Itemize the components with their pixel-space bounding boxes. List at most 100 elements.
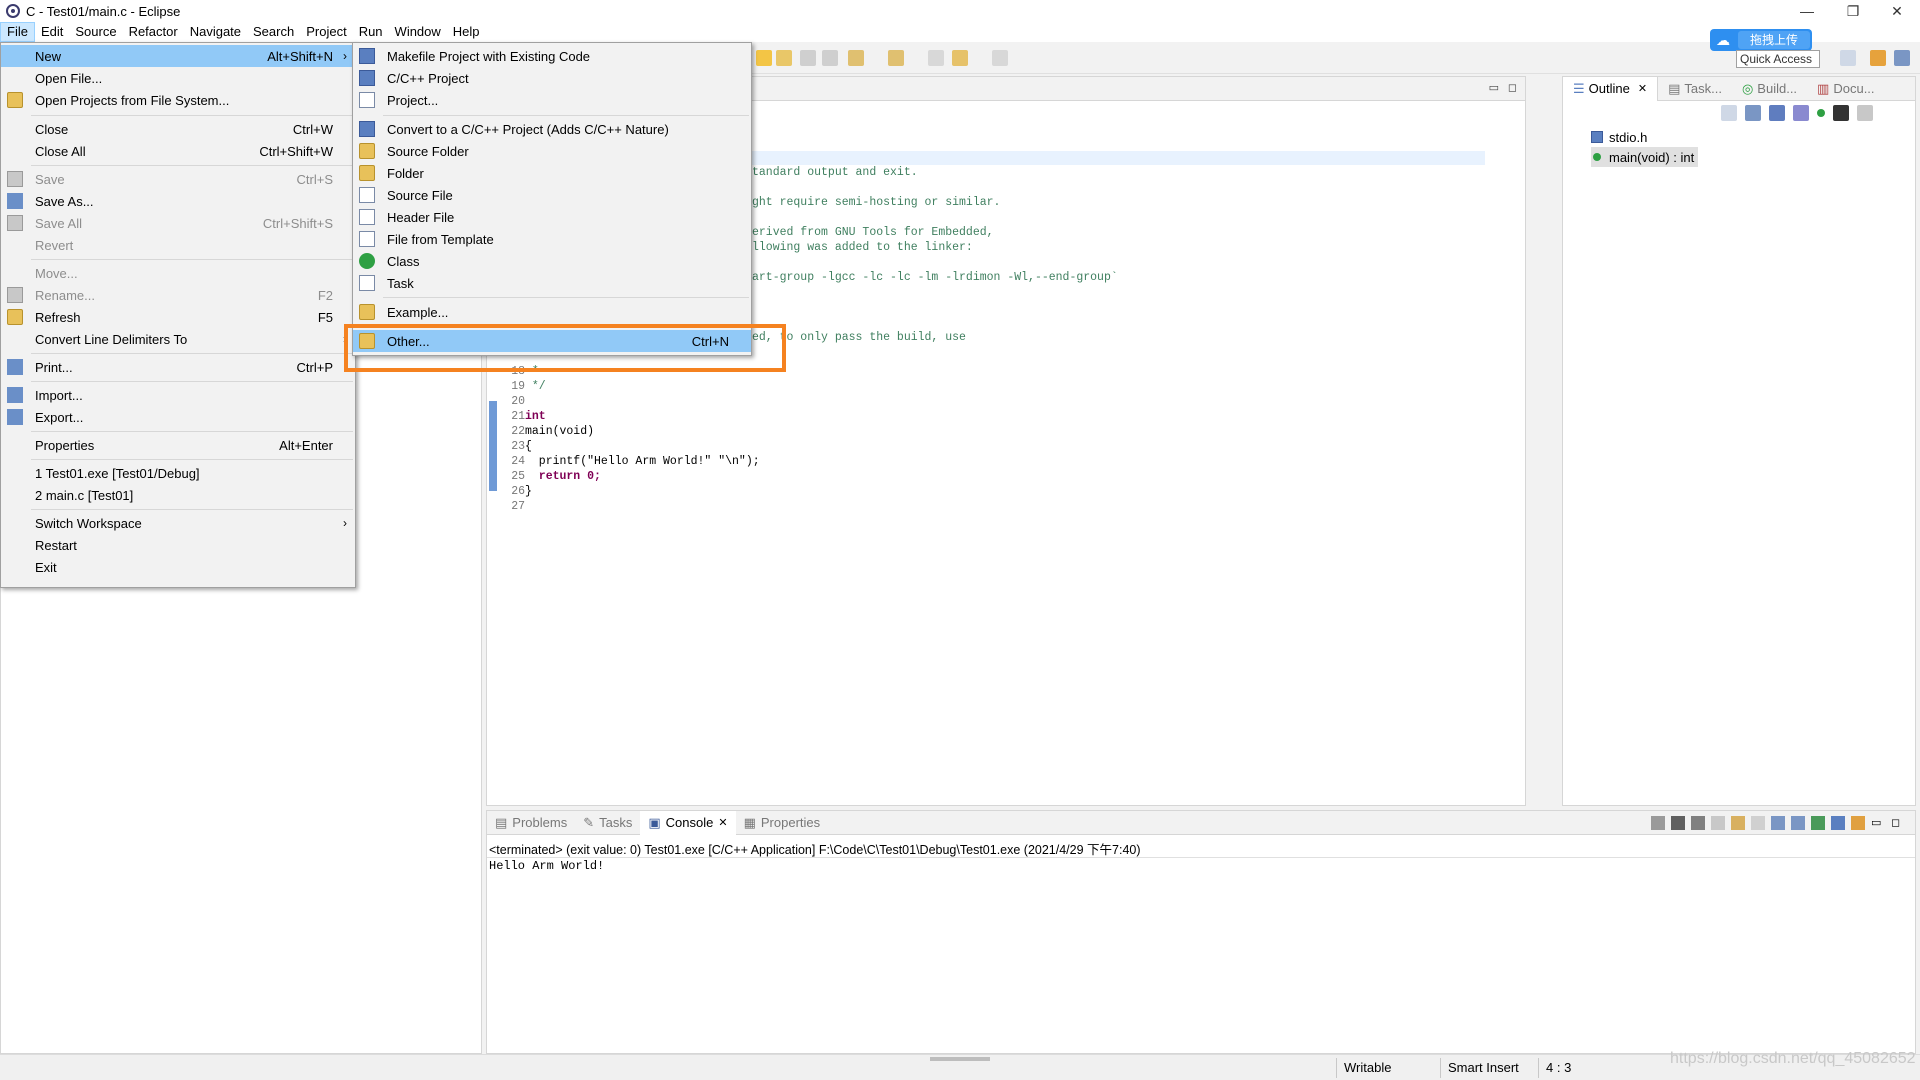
menu-item-open-file[interactable]: Open File...	[1, 67, 355, 89]
outline-item-include[interactable]: stdio.h	[1591, 127, 1698, 147]
minimize-button[interactable]: —	[1784, 0, 1830, 22]
build-icon[interactable]	[756, 50, 772, 66]
clear-console-icon[interactable]	[1711, 816, 1725, 830]
word-wrap-icon[interactable]	[1751, 816, 1765, 830]
show-on-output-icon[interactable]	[1771, 816, 1785, 830]
hide-nonpublic-icon[interactable]	[1817, 109, 1825, 117]
tab-build-targets[interactable]: ◎ Build...	[1732, 77, 1807, 101]
editor-minimize-icon[interactable]: ▭	[1489, 81, 1499, 94]
new-item-task[interactable]: Task	[353, 272, 751, 294]
new-item-example[interactable]: Example...	[353, 301, 751, 323]
hide-static-icon[interactable]	[1793, 105, 1809, 121]
menu-item-convert-line-delimiters[interactable]: Convert Line Delimiters To ›	[1, 328, 355, 350]
menu-item-rename[interactable]: Rename... F2	[1, 284, 355, 306]
pin-console-icon[interactable]	[1811, 816, 1825, 830]
quick-access-field[interactable]: Quick Access	[1736, 50, 1820, 68]
remove-launch-icon[interactable]	[1671, 816, 1685, 830]
menu-item-open-projects[interactable]: Open Projects from File System...	[1, 89, 355, 111]
new-item-makefile-project[interactable]: Makefile Project with Existing Code	[353, 45, 751, 67]
menu-navigate[interactable]: Navigate	[184, 22, 247, 42]
new-item-header-file[interactable]: Header File	[353, 206, 751, 228]
open-type-icon[interactable]	[776, 50, 792, 66]
menu-run[interactable]: Run	[353, 22, 389, 42]
menu-item-revert[interactable]: Revert	[1, 234, 355, 256]
menu-item-recent-2[interactable]: 2 main.c [Test01]	[1, 484, 355, 506]
menu-help[interactable]: Help	[447, 22, 486, 42]
new-item-cpp-project[interactable]: C/C++ Project	[353, 67, 751, 89]
menu-item-exit[interactable]: Exit	[1, 556, 355, 578]
open-console-icon[interactable]	[1851, 816, 1865, 830]
menu-source[interactable]: Source	[69, 22, 122, 42]
new-item-project[interactable]: Project...	[353, 89, 751, 111]
collapse-all-icon[interactable]	[1721, 105, 1737, 121]
tab-documentation[interactable]: ▥ Docu...	[1807, 77, 1884, 101]
new-item-convert[interactable]: Convert to a C/C++ Project (Adds C/C++ N…	[353, 118, 751, 140]
close-window-button[interactable]: ✕	[1874, 0, 1920, 22]
menu-item-save-all[interactable]: Save All Ctrl+Shift+S	[1, 212, 355, 234]
menu-file[interactable]: File	[0, 22, 35, 42]
display-console-icon[interactable]	[1831, 816, 1845, 830]
menu-item-properties[interactable]: Properties Alt+Enter	[1, 434, 355, 456]
menu-item-save[interactable]: Save Ctrl+S	[1, 168, 355, 190]
outline-item-function[interactable]: main(void) : int	[1591, 147, 1699, 167]
menu-item-close-all[interactable]: Close All Ctrl+Shift+W	[1, 140, 355, 162]
tab-task-list[interactable]: ▤ Task...	[1658, 77, 1732, 101]
menu-item-close[interactable]: Close Ctrl+W	[1, 118, 355, 140]
upload-badge[interactable]: ☁ 拖拽上传	[1710, 29, 1812, 51]
tab-tasks[interactable]: ✎ Tasks	[575, 811, 640, 835]
save-icon	[7, 171, 23, 187]
restore-button[interactable]: ❐	[1830, 0, 1876, 22]
new-item-class[interactable]: Class	[353, 250, 751, 272]
menu-item-refresh[interactable]: Refresh F5	[1, 306, 355, 328]
new-item-source-file[interactable]: Source File	[353, 184, 751, 206]
console-minimize-icon[interactable]: ▭	[1871, 816, 1885, 830]
next-annotation-icon[interactable]	[848, 50, 864, 66]
menu-item-export[interactable]: Export...	[1, 406, 355, 428]
remove-all-icon[interactable]	[1691, 816, 1705, 830]
terminate-icon[interactable]	[1651, 816, 1665, 830]
back-icon[interactable]	[952, 50, 968, 66]
link-editor-icon[interactable]	[1857, 105, 1873, 121]
hide-macros-icon[interactable]	[1833, 105, 1849, 121]
previous-annotation-icon[interactable]	[888, 50, 904, 66]
close-icon[interactable]: ✕	[718, 816, 727, 829]
toggle-mark-icon[interactable]	[800, 50, 816, 66]
menu-search[interactable]: Search	[247, 22, 300, 42]
menu-edit[interactable]: Edit	[35, 22, 69, 42]
cpp-perspective-icon[interactable]	[1870, 50, 1886, 66]
menu-item-print[interactable]: Print... Ctrl+P	[1, 356, 355, 378]
menu-item-new[interactable]: New Alt+Shift+N ›	[1, 45, 355, 67]
menu-separator	[31, 353, 353, 354]
forward-icon[interactable]	[992, 50, 1008, 66]
tab-properties[interactable]: ▦ Properties	[736, 811, 829, 835]
menu-item-restart[interactable]: Restart	[1, 534, 355, 556]
editor-horizontal-scrollbar[interactable]	[527, 789, 1505, 803]
editor-maximize-icon[interactable]: ◻	[1508, 81, 1517, 94]
menu-item-save-as[interactable]: Save As...	[1, 190, 355, 212]
open-perspective-icon[interactable]	[1840, 50, 1856, 66]
menu-window[interactable]: Window	[389, 22, 447, 42]
console-maximize-icon[interactable]: ◻	[1891, 816, 1905, 830]
new-item-source-folder[interactable]: Source Folder	[353, 140, 751, 162]
last-edit-icon[interactable]	[928, 50, 944, 66]
menu-item-recent-1[interactable]: 1 Test01.exe [Test01/Debug]	[1, 462, 355, 484]
menu-item-switch-workspace[interactable]: Switch Workspace ›	[1, 512, 355, 534]
tab-console[interactable]: ▣ Console ✕	[640, 810, 736, 835]
close-icon[interactable]: ✕	[1638, 82, 1647, 95]
console-output[interactable]: Hello Arm World!	[489, 859, 604, 873]
menu-item-import[interactable]: Import...	[1, 384, 355, 406]
show-whitespace-icon[interactable]	[822, 50, 838, 66]
tab-problems[interactable]: ▤ Problems	[487, 811, 575, 835]
new-item-file-from-template[interactable]: File from Template	[353, 228, 751, 250]
menu-item-move[interactable]: Move...	[1, 262, 355, 284]
show-on-error-icon[interactable]	[1791, 816, 1805, 830]
hide-fields-icon[interactable]	[1769, 105, 1785, 121]
tab-outline[interactable]: ☰ Outline ✕	[1563, 76, 1659, 101]
editor-vertical-scrollbar[interactable]	[1509, 105, 1523, 789]
scroll-lock-icon[interactable]	[1731, 816, 1745, 830]
sort-icon[interactable]	[1745, 105, 1761, 121]
new-item-folder[interactable]: Folder	[353, 162, 751, 184]
debug-perspective-icon[interactable]	[1894, 50, 1910, 66]
menu-refactor[interactable]: Refactor	[123, 22, 184, 42]
menu-project[interactable]: Project	[300, 22, 352, 42]
